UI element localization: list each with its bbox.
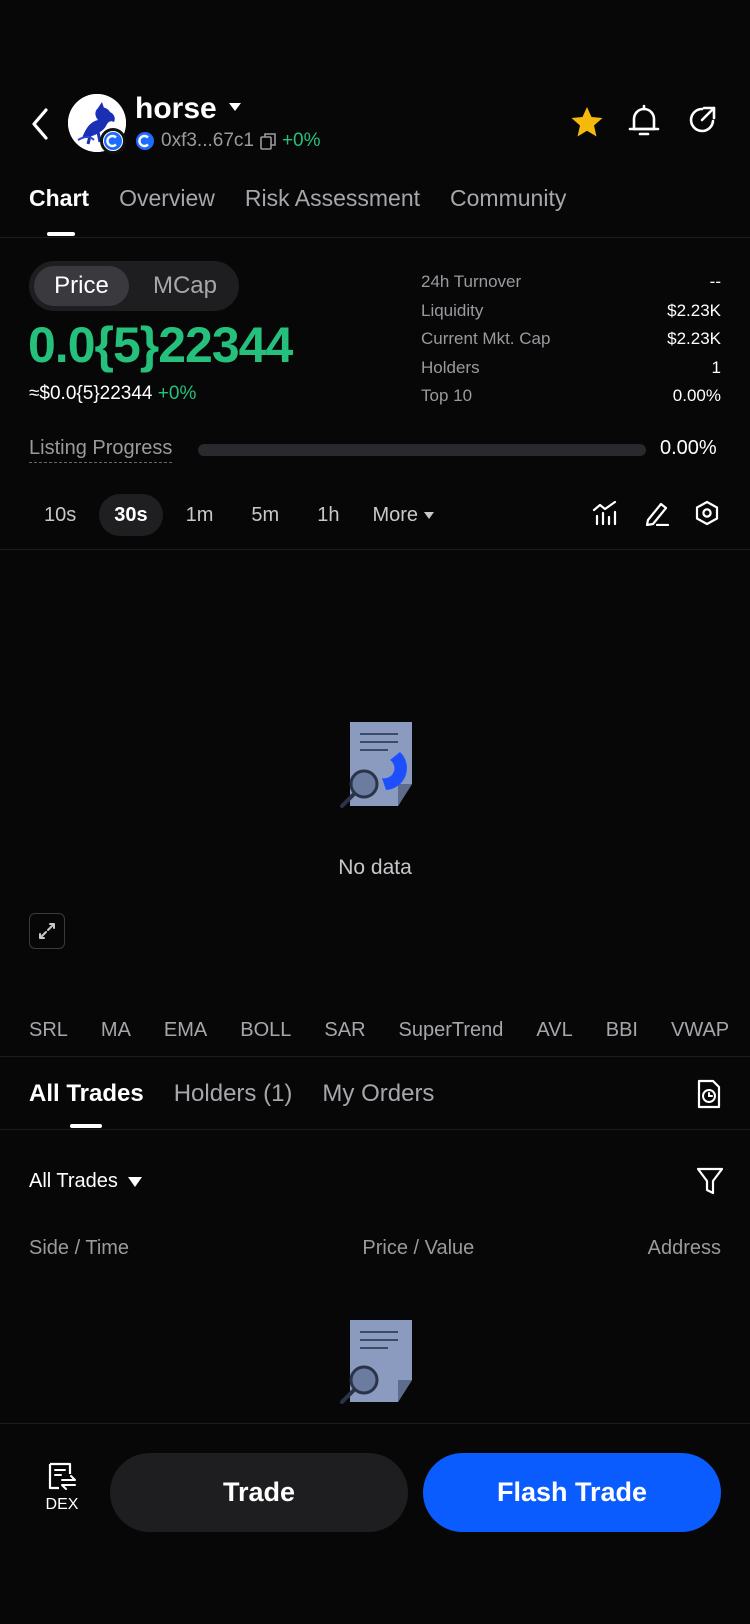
usd-price-row: ≈$0.0{5}22344 +0% [29,383,196,405]
stat-value: 1 [711,357,721,377]
stat-value: $2.23K [667,300,721,320]
stat-label: Top 10 [421,386,473,405]
stat-label: Holders [421,357,480,377]
stat-label: Liquidity [421,300,484,320]
indicator-ma[interactable]: MA [101,1019,131,1042]
tab-my-orders[interactable]: My Orders [322,1080,434,1108]
toggle-mcap[interactable]: MCap [137,266,233,306]
chain-icon [135,131,155,151]
price-change: +0% [281,130,321,151]
stat-row: Current Mkt. Cap $2.23K [421,329,721,358]
current-price: 0.0{5}22344 [28,317,293,373]
token-name[interactable]: horse [135,92,217,126]
tab-chart[interactable]: Chart [29,185,89,212]
indicator-bbi[interactable]: BBI [606,1019,638,1042]
timeframe-1m[interactable]: 1m [171,494,229,536]
trade-button[interactable]: Trade [110,1453,408,1532]
tab-all-trades[interactable]: All Trades [29,1080,144,1108]
active-tab-indicator [47,232,75,236]
listing-progress-value: 0.00% [660,437,717,459]
chart-empty-text: No data [338,856,412,879]
col-address: Address [647,1237,721,1259]
tab-holders[interactable]: Holders (1) [174,1080,293,1108]
share-icon[interactable] [686,104,718,136]
caret-down-icon[interactable] [228,102,242,112]
indicator-ema[interactable]: EMA [164,1019,207,1042]
stat-value: $2.23K [667,329,721,348]
indicator-supertrend[interactable]: SuperTrend [399,1019,504,1042]
toolbar-divider [0,549,750,550]
tab-risk-assessment[interactable]: Risk Assessment [245,185,420,212]
tabs-divider [0,237,750,238]
indicator-srl[interactable]: SRL [29,1019,68,1042]
listing-progress-label[interactable]: Listing Progress [29,437,173,463]
filter-icon[interactable] [696,1166,724,1196]
star-icon[interactable] [570,106,604,138]
indicator-vwap[interactable]: VWAP [671,1019,729,1042]
trade-tabs: All Trades Holders (1) My Orders [29,1080,434,1108]
price-mcap-toggle: Price MCap [29,261,239,311]
stat-row: Liquidity $2.23K [421,301,721,330]
stat-label: Current Mkt. Cap [421,329,551,348]
chain-badge [100,128,126,154]
main-tabs: Chart Overview Risk Assessment Community [29,185,566,212]
caret-down-icon [424,511,435,519]
indicator-avl[interactable]: AVL [536,1019,572,1042]
timeframe-30s[interactable]: 30s [99,494,163,536]
tab-overview[interactable]: Overview [119,185,215,212]
timeframe-5m[interactable]: 5m [236,494,294,536]
bell-icon[interactable] [628,104,660,138]
address-row: 0xf3...67c1 +0% [135,130,321,152]
trade-tabs-divider [0,1129,750,1130]
trade-table-header: Side / Time Price / Value Address [29,1237,721,1260]
trade-filter-label: All Trades [29,1170,118,1192]
bottom-bar-divider [0,1423,750,1424]
indicator-list: SRL MA EMA BOLL SAR SuperTrend AVL BBI V… [29,1019,729,1042]
listing-progress-bar [198,444,646,456]
stat-row: Holders 1 [421,358,721,387]
timeframe-selector: 10s 30s 1m 5m 1h More [29,494,444,536]
indicator-sar[interactable]: SAR [324,1019,365,1042]
toggle-price[interactable]: Price [34,266,129,306]
timeframe-more[interactable]: More [362,504,444,527]
dex-button[interactable]: DEX [40,1462,84,1514]
back-icon[interactable] [26,104,56,144]
col-side-time: Side / Time [29,1237,130,1259]
stat-value: -- [709,272,721,291]
indicator-boll[interactable]: BOLL [240,1019,291,1042]
indicator-divider [0,1056,750,1057]
active-trade-tab-indicator [70,1124,102,1128]
flash-trade-button[interactable]: Flash Trade [423,1453,721,1532]
usd-change: +0% [157,383,197,404]
stat-row: Top 10 0.00% [421,386,721,415]
copy-icon[interactable] [260,132,276,150]
col-price-value: Price / Value [362,1237,475,1259]
token-address: 0xf3...67c1 [161,130,254,151]
history-icon[interactable] [696,1079,722,1109]
tab-community[interactable]: Community [450,185,566,212]
timeframe-1h[interactable]: 1h [302,494,354,536]
trade-filter-dropdown[interactable]: All Trades [29,1170,142,1193]
pen-icon[interactable] [644,500,670,526]
token-stats: 24h Turnover -- Liquidity $2.23K Current M… [421,272,721,415]
usd-price: ≈$0.0{5}22344 [29,383,153,404]
no-data-illustration-icon [338,1318,414,1404]
stat-row: 24h Turnover -- [421,272,721,301]
settings-icon[interactable] [694,500,720,526]
timeframe-10s[interactable]: 10s [29,494,91,536]
stat-value: 0.00% [672,386,721,405]
dex-label: DEX [45,1496,79,1513]
no-data-illustration-icon [338,720,414,808]
indicator-icon[interactable] [592,500,618,526]
expand-icon[interactable] [29,913,65,949]
caret-down-icon [127,1176,142,1187]
dex-icon [47,1462,77,1490]
timeframe-more-label: More [372,503,419,526]
stat-label: 24h Turnover [421,272,522,291]
